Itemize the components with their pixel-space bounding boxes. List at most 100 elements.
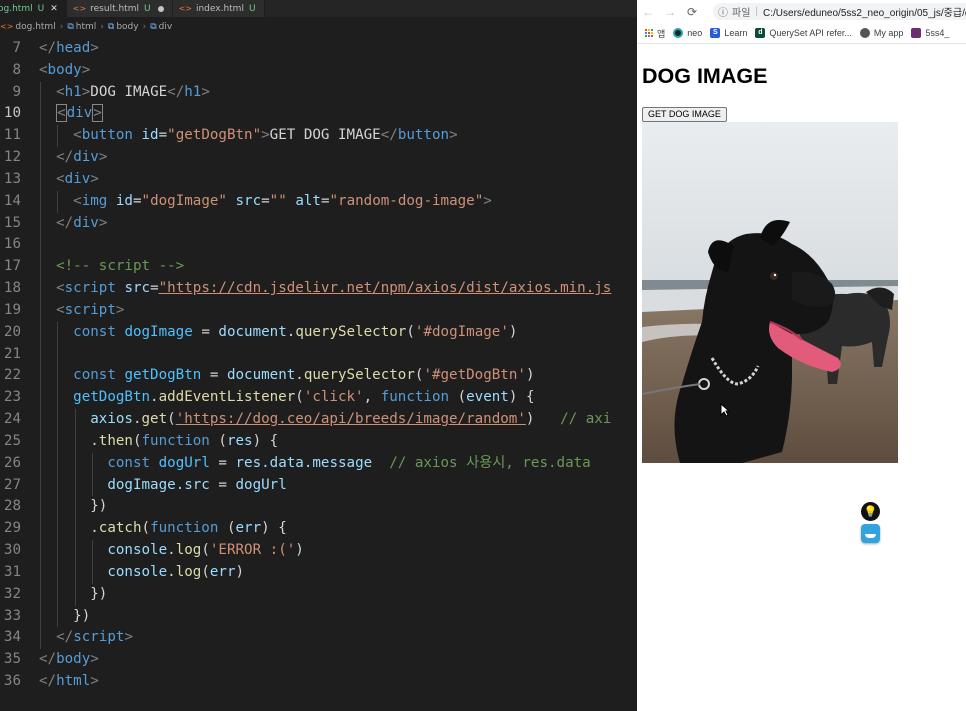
line-number: 10 [3,105,21,122]
bookmark-label: Learn [724,28,748,38]
lightbulb-icon[interactable]: 💡 [861,502,880,521]
html-file-icon: <> [72,4,87,13]
line-number: 12 [3,149,21,166]
code-token: dogImage [124,323,193,340]
code-token: div [73,149,99,166]
code-token: h1 [184,83,202,100]
line-number: 30 [3,542,21,559]
code-line: 10 <div> [0,103,637,126]
back-arrow-icon[interactable]: ← [637,5,659,19]
code-token: id [115,192,133,209]
browser-window: ← → ⟳ ⓘ 파일 | C:/Users/eduneo/5ss2_neo_or… [637,0,966,711]
code-token: err [235,520,262,537]
code-token: }) [90,585,108,602]
close-icon[interactable]: ✕ [50,4,58,14]
tab-result-html[interactable]: <> result.html U [66,0,173,17]
code-token: then [98,432,133,449]
code-line: 19 <script> [0,299,637,322]
line-number: 25 [3,432,21,449]
code-token: h1 [64,83,82,100]
bookmark-label: 앱 [657,28,666,39]
chevron-right-icon: › [59,21,64,32]
code-line: 35 </body> [0,649,637,671]
tab-status: U [143,3,151,14]
breadcrumb-label: dog.html [15,21,56,32]
code-editor-pane[interactable]: og.html U ✕ <> result.html U <> index.ht… [0,0,637,711]
code-link[interactable]: 'https://dog.ceo/api/breeds/image/random… [176,411,526,427]
code-token: div [64,170,91,187]
line-number: 22 [3,367,21,384]
breadcrumb-item-div[interactable]: ⧉ div [150,22,172,32]
code-line: 18 <script src="https://cdn.jsdelivr.net… [0,278,637,300]
code-token: const [107,454,151,471]
code-token: script [64,280,116,297]
code-token: alt [295,192,321,209]
line-number: 28 [3,498,21,515]
bookmark-neo[interactable]: neo [673,28,702,38]
get-dog-image-button[interactable]: GET DOG IMAGE [642,107,727,122]
line-number: 11 [3,127,21,144]
line-number: 9 [12,83,21,100]
code-area[interactable]: 7 </head> 8 <body> 9 <h1>DOG IMAGE</h1> 10… [0,38,637,693]
html-file-icon: <> [178,4,192,13]
tab-dog-html[interactable]: og.html U ✕ [0,0,67,17]
code-token: script [64,301,116,318]
tab-index-html[interactable]: <> index.html U [172,0,265,17]
breadcrumb-item-body[interactable]: ⧉ body [108,22,139,32]
code-token: dogUrl [235,476,287,493]
code-line: 11 <button id="getDogBtn">GET DOG IMAGE<… [0,125,637,148]
address-bar[interactable]: ⓘ 파일 | C:/Users/eduneo/5ss2_neo_origin/0… [713,3,966,20]
code-token: console [107,542,168,559]
info-icon[interactable]: ⓘ [718,4,728,19]
code-token: dogImage.src [107,476,210,493]
code-token: '#dogImage' [414,323,509,340]
code-token: id [141,127,159,144]
bookmark-apps[interactable]: 앱 [645,27,665,40]
line-number: 14 [3,192,21,209]
reload-icon[interactable]: ⟳ [681,5,703,19]
code-token: "dogImage" [141,192,227,209]
code-token: src [124,280,151,297]
line-number: 24 [3,411,21,428]
editor-tab-bar: og.html U ✕ <> result.html U <> index.ht… [0,0,637,17]
code-token: get [141,411,168,428]
breadcrumb-item-file[interactable]: <> dog.html [0,22,56,32]
code-token: axios [90,411,133,428]
line-number: 15 [3,214,21,231]
breadcrumb-item-html[interactable]: ⧉ html [67,22,96,32]
code-line: 30 console.log('ERROR :(') [0,540,637,562]
bookmark-queryset[interactable]: d QuerySet API refer... [755,28,852,38]
django-icon: d [755,28,766,38]
code-link[interactable]: "https://cdn.jsdelivr.net/npm/axios/dist… [159,280,612,296]
line-number: 29 [3,520,21,537]
unsaved-dot-icon[interactable] [157,5,164,12]
bookmark-learn[interactable]: S Learn [710,28,747,38]
bookmark-my-app[interactable]: My app [859,28,903,38]
code-token: head [56,40,91,56]
tab-label: og.html [0,3,33,14]
neo-icon [673,28,684,38]
code-line: 16 [0,234,637,257]
code-line: 12 </div> [0,147,637,169]
line-number: 32 [3,585,21,602]
divider: | [755,6,759,17]
code-line: 13 <div> [0,168,637,191]
line-number: 20 [3,323,21,340]
line-number: 21 [3,345,21,362]
extension-widget-icon[interactable] [861,524,880,543]
code-token: }) [90,498,108,515]
address-scheme-label: 파일 [732,8,751,19]
chevron-right-icon: › [100,21,104,32]
code-token: button [81,127,133,144]
bookmark-5ss4[interactable]: 5ss4_ [911,28,949,38]
code-token: }) [73,607,91,624]
line-number: 31 [3,563,21,580]
code-token: getDogBtn [124,367,202,384]
tab-label: index.html [195,3,244,14]
code-token: 'ERROR :(' [209,542,296,559]
line-number: 23 [3,389,21,406]
forward-arrow-icon[interactable]: → [659,5,681,19]
code-token: div [73,214,99,231]
line-number: 8 [12,61,21,78]
dog-image [642,122,898,463]
